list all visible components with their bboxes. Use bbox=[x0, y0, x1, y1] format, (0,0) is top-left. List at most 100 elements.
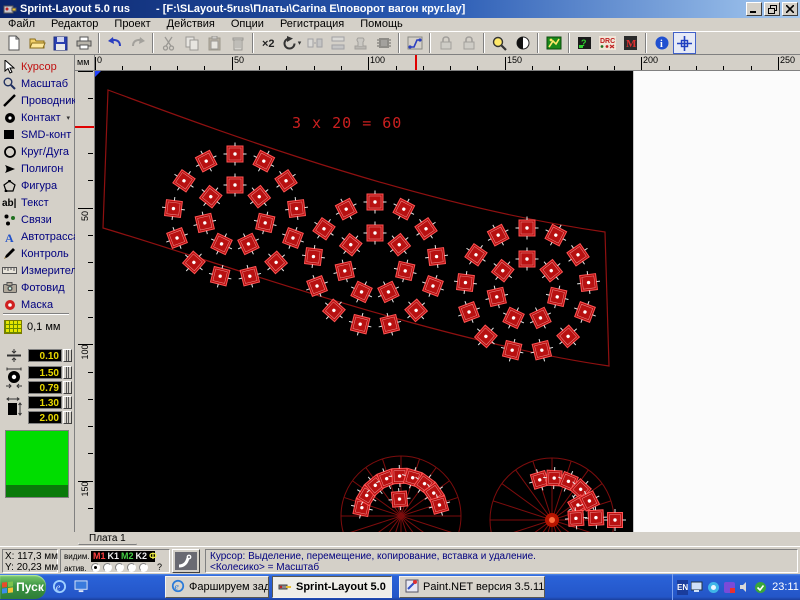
led-ring-cluster[interactable] bbox=[161, 143, 310, 291]
led-pad[interactable] bbox=[346, 310, 374, 338]
taskbar-task-sprint-layout[interactable]: Sprint-Layout 5.0 bbox=[272, 576, 392, 598]
update-tray-icon[interactable] bbox=[754, 580, 767, 595]
tool-circle-arc[interactable]: Круг/Дуга bbox=[2, 143, 74, 160]
toolbar-route-button[interactable] bbox=[403, 32, 426, 54]
toolbar-new-button[interactable] bbox=[3, 32, 26, 54]
led-pad[interactable] bbox=[604, 509, 626, 531]
layer-toggle-K2[interactable]: K2 bbox=[136, 551, 148, 562]
pad-outer-picker-button[interactable] bbox=[63, 366, 72, 379]
toolbar-lock-pads-button[interactable] bbox=[434, 32, 457, 54]
bend-mode-button[interactable] bbox=[172, 549, 200, 573]
tool-ratsnest[interactable]: Связи bbox=[2, 211, 74, 228]
led-pad[interactable] bbox=[483, 220, 514, 251]
tool-photoview[interactable]: Фотовид bbox=[2, 279, 74, 296]
toolbar-zoom-button[interactable] bbox=[488, 32, 511, 54]
led-pad[interactable] bbox=[498, 303, 529, 334]
toolbar-drc-button[interactable]: DRC bbox=[596, 32, 619, 54]
led-pad[interactable] bbox=[483, 283, 511, 311]
led-pad[interactable] bbox=[301, 244, 327, 270]
led-pad[interactable] bbox=[335, 229, 367, 261]
led-pad[interactable] bbox=[346, 277, 377, 308]
led-pad[interactable] bbox=[383, 229, 415, 261]
led-pad[interactable] bbox=[453, 270, 479, 296]
track-width-field[interactable]: 0.10 bbox=[28, 349, 62, 362]
clock[interactable]: 23:11 bbox=[772, 581, 799, 593]
led-pad[interactable] bbox=[195, 181, 227, 213]
led-pad[interactable] bbox=[364, 222, 387, 245]
led-pad[interactable] bbox=[576, 270, 602, 296]
tool-probe[interactable]: Контроль bbox=[2, 245, 74, 262]
toolbar-rotate-button[interactable]: ▾ bbox=[280, 32, 303, 54]
toolbar-delete-button[interactable] bbox=[226, 32, 249, 54]
toolbar-open-button[interactable] bbox=[26, 32, 49, 54]
language-indicator[interactable]: EN bbox=[677, 580, 688, 595]
led-pad[interactable] bbox=[191, 209, 219, 237]
led-pad[interactable] bbox=[410, 213, 442, 245]
led-pad[interactable] bbox=[454, 297, 484, 327]
led-ring-cluster[interactable] bbox=[453, 217, 602, 365]
menu-item-1[interactable]: Редактор bbox=[43, 18, 106, 31]
grid-selector[interactable]: 0,1 мм bbox=[4, 318, 74, 336]
pad-drill-field[interactable]: 0.79 bbox=[28, 381, 62, 394]
led-pad[interactable] bbox=[516, 217, 539, 240]
led-pad[interactable] bbox=[168, 165, 200, 197]
tool-conductor[interactable]: Проводник bbox=[2, 92, 74, 109]
tool-pad[interactable]: Контакт▾ bbox=[2, 109, 74, 126]
taskbar-task-ie-page[interactable]: eФаршируем задние фон... bbox=[165, 576, 269, 598]
dropdown-arrow-icon[interactable]: ▾ bbox=[66, 114, 70, 122]
toolbar-print-button[interactable] bbox=[72, 32, 95, 54]
led-pad[interactable] bbox=[418, 271, 448, 301]
led-pad[interactable] bbox=[161, 196, 187, 222]
tool-autoroute[interactable]: AАвтотрасса bbox=[2, 228, 74, 245]
close-button[interactable] bbox=[782, 2, 798, 16]
smd-height-field[interactable]: 2.00 bbox=[28, 411, 62, 424]
minimize-button[interactable] bbox=[746, 2, 762, 16]
led-pad[interactable] bbox=[364, 191, 387, 214]
dropdown-arrow-icon[interactable]: ▾ bbox=[298, 39, 302, 47]
led-pad[interactable] bbox=[224, 143, 247, 166]
pad-drill-picker-button[interactable] bbox=[63, 381, 72, 394]
toolbar-info-button[interactable]: i bbox=[650, 32, 673, 54]
menu-item-3[interactable]: Действия bbox=[159, 18, 223, 31]
layer-toggle-M2[interactable]: М2 bbox=[121, 551, 134, 562]
tool-polygon[interactable]: Полигон bbox=[2, 160, 74, 177]
led-pad[interactable] bbox=[224, 174, 247, 197]
led-pad[interactable] bbox=[178, 246, 210, 278]
led-pad[interactable] bbox=[516, 248, 539, 271]
menu-item-2[interactable]: Проект bbox=[106, 18, 158, 31]
ie-quicklaunch-icon[interactable]: e bbox=[50, 577, 68, 595]
tool-cursor[interactable]: Курсор bbox=[2, 58, 74, 75]
led-pad[interactable] bbox=[278, 223, 308, 253]
led-ring-cluster[interactable] bbox=[301, 191, 450, 339]
led-pad[interactable] bbox=[206, 229, 237, 260]
smd-width-picker-button[interactable] bbox=[63, 396, 72, 409]
active-layer-radio-F[interactable] bbox=[139, 563, 148, 572]
led-pad[interactable] bbox=[331, 257, 359, 285]
toolbar-select-mode-button[interactable] bbox=[673, 32, 696, 54]
toolbar-stamp-button[interactable] bbox=[349, 32, 372, 54]
layer-toggle-K1[interactable]: K1 bbox=[108, 551, 120, 562]
led-pad[interactable] bbox=[284, 196, 310, 222]
track-width-picker-button[interactable] bbox=[63, 349, 72, 362]
active-layer-radio-K2[interactable] bbox=[127, 563, 136, 572]
toolbar-macros-button[interactable]: M bbox=[619, 32, 642, 54]
menu-item-6[interactable]: Помощь bbox=[352, 18, 411, 31]
smd-height-picker-button[interactable] bbox=[63, 411, 72, 424]
led-pad[interactable] bbox=[243, 181, 275, 213]
show-desktop-icon[interactable] bbox=[72, 577, 90, 595]
smd-width-field[interactable]: 1.30 bbox=[28, 396, 62, 409]
menu-item-0[interactable]: Файл bbox=[0, 18, 43, 31]
pad-outer-field[interactable]: 1.50 bbox=[28, 366, 62, 379]
led-pad[interactable] bbox=[543, 283, 571, 311]
led-pad[interactable] bbox=[270, 165, 302, 197]
toolbar-footprint-button[interactable] bbox=[372, 32, 395, 54]
toolbar-lock-traces-button[interactable] bbox=[457, 32, 480, 54]
toolbar-contrast-button[interactable] bbox=[511, 32, 534, 54]
wheel-cluster[interactable] bbox=[341, 456, 461, 532]
led-pad[interactable] bbox=[233, 229, 264, 260]
led-pad[interactable] bbox=[308, 213, 340, 245]
tool-shape[interactable]: Фигура bbox=[2, 177, 74, 194]
start-button[interactable]: Пуск bbox=[0, 575, 46, 599]
led-pad[interactable] bbox=[191, 146, 222, 177]
led-pad[interactable] bbox=[525, 303, 556, 334]
